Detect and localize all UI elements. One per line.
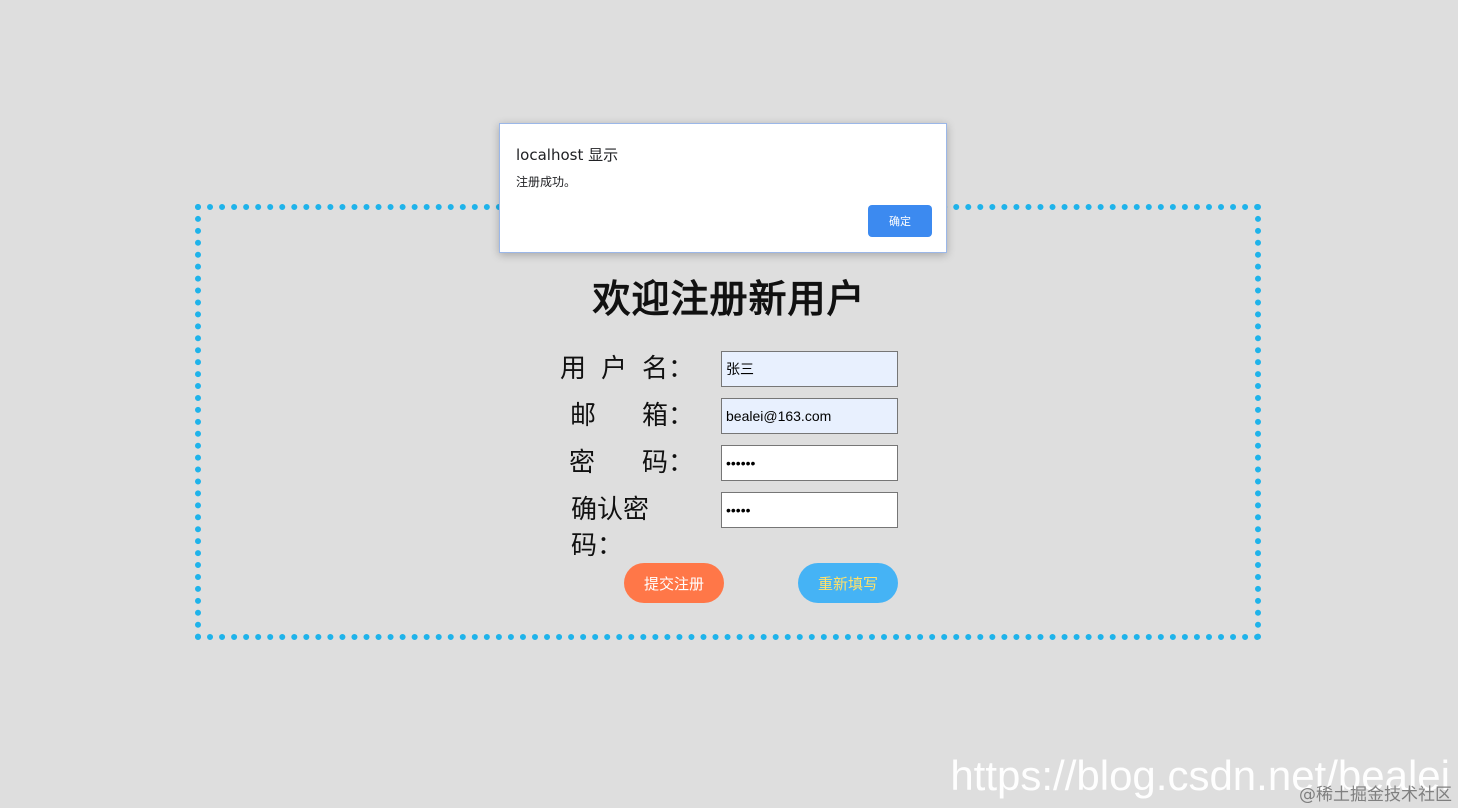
watermark-community: @稀土掘金技术社区: [1299, 785, 1452, 805]
submit-button[interactable]: 提交注册: [624, 563, 724, 603]
dialog-message: 注册成功。: [516, 175, 577, 189]
confirm-password-label: 确认密码：: [560, 492, 694, 561]
dialog-title: localhost 显示: [516, 146, 619, 164]
username-label-char: 户: [600, 354, 627, 384]
username-label-char: 用: [560, 354, 587, 384]
email-label-char: 邮: [570, 401, 597, 431]
password-input[interactable]: [721, 445, 898, 481]
form-title: 欢迎注册新用户: [592, 277, 866, 321]
reset-button[interactable]: 重新填写: [798, 563, 898, 603]
username-input[interactable]: [721, 351, 898, 387]
page: 欢迎注册新用户 用 户 名： 邮 箱： 密 码： 确认密码： 提交注册 重新填写: [0, 0, 1458, 808]
confirm-password-label-text: 确认密码：: [571, 495, 650, 561]
email-input[interactable]: [721, 398, 898, 434]
username-label: 用 户 名：: [560, 351, 694, 387]
username-label-char: 名：: [641, 354, 694, 384]
password-label-char: 密: [569, 448, 596, 478]
password-label: 密 码：: [560, 445, 694, 481]
email-label: 邮 箱：: [560, 398, 694, 434]
confirm-password-input[interactable]: [721, 492, 898, 528]
email-label-char: 箱：: [641, 401, 694, 431]
password-label-char: 码：: [641, 448, 694, 478]
dialog-ok-button[interactable]: 确定: [868, 205, 932, 237]
alert-dialog: localhost 显示 注册成功。 确定: [499, 123, 947, 253]
